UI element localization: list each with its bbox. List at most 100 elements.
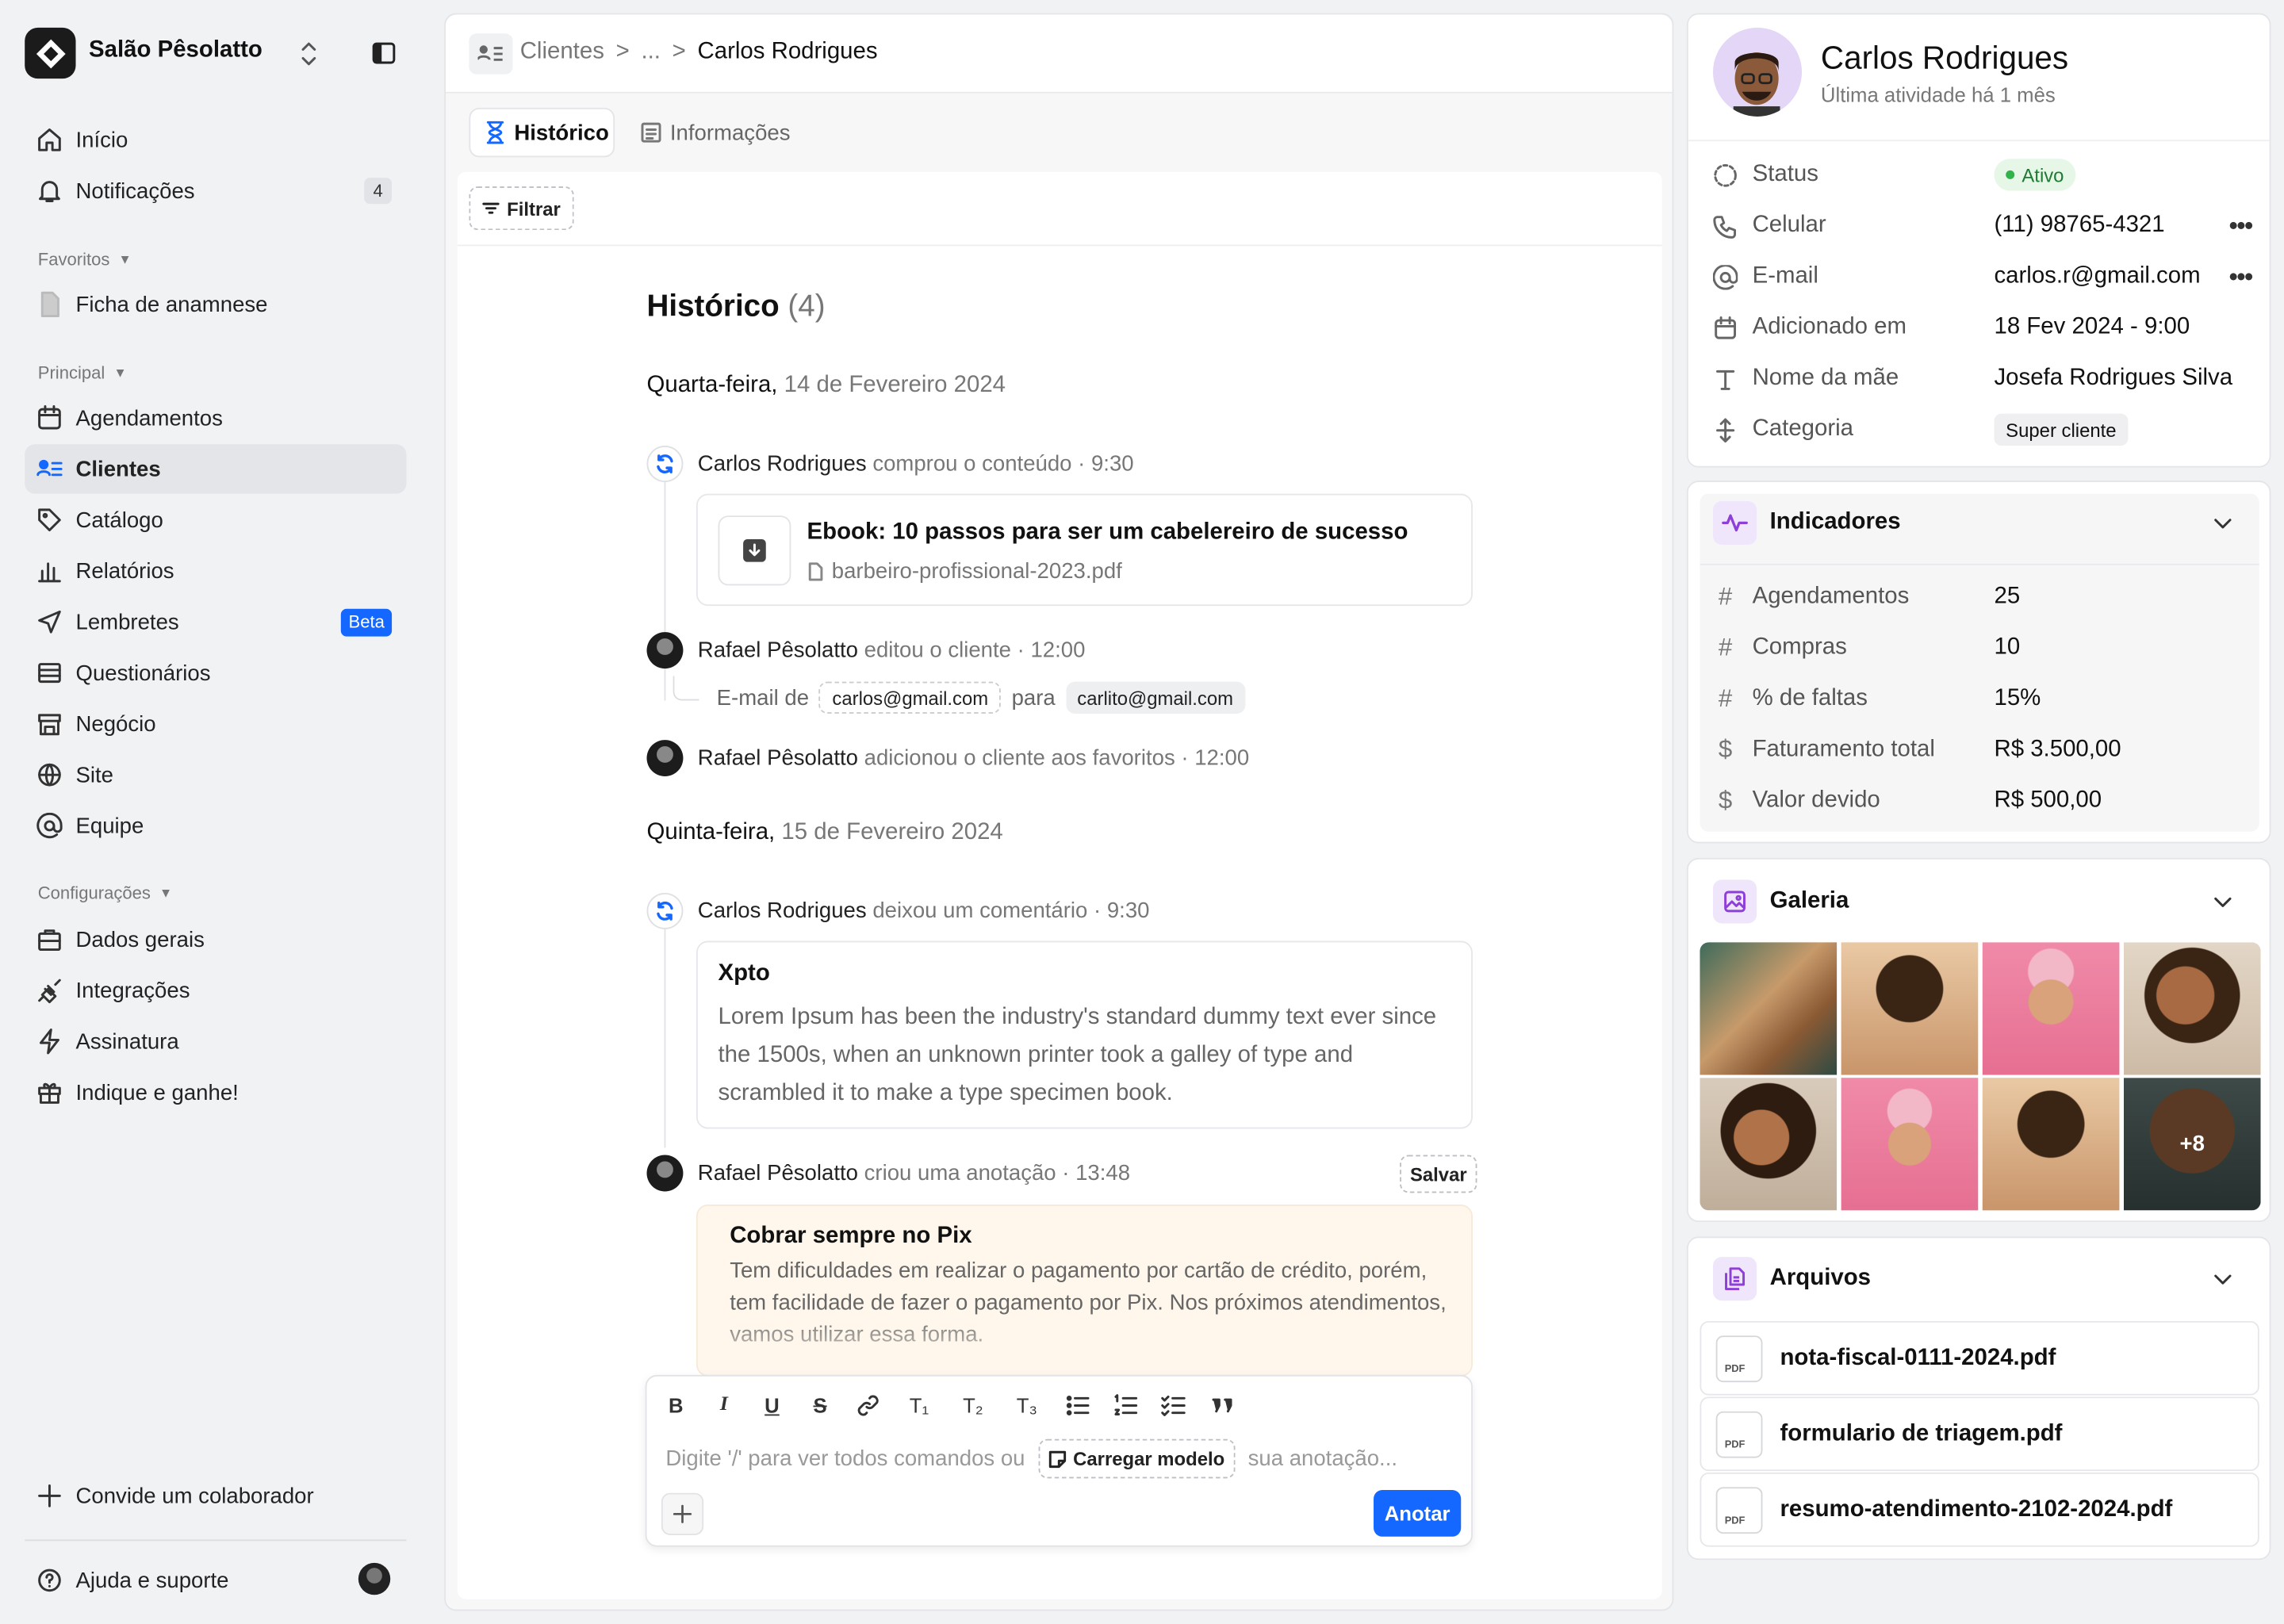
actor-name[interactable]: Rafael Pêsolatto xyxy=(698,638,858,663)
gallery-photo[interactable] xyxy=(1841,942,1979,1075)
actor-name[interactable]: Rafael Pêsolatto xyxy=(698,1161,858,1185)
gallery-photo[interactable] xyxy=(1841,1078,1979,1211)
plus-icon[interactable] xyxy=(661,1492,704,1535)
sidebar-item-label: Relatórios xyxy=(75,558,174,584)
last-activity: Última atividade há 1 mês xyxy=(1820,82,2056,107)
category-tag[interactable]: Super cliente xyxy=(1994,413,2129,446)
load-template-button[interactable]: Carregar modelo xyxy=(1038,1438,1236,1479)
sync-icon xyxy=(646,892,684,929)
heading2-button[interactable]: T₂ xyxy=(957,1392,989,1419)
checklist-icon[interactable] xyxy=(1161,1392,1187,1419)
chevron-down-icon[interactable] xyxy=(2211,890,2234,913)
section-principal[interactable]: Principal ▼ xyxy=(38,362,127,383)
sidebar-item-site[interactable]: Site xyxy=(25,750,406,799)
indicator-value: 10 xyxy=(1994,634,2021,661)
sidebar-item-label: Negócio xyxy=(75,711,156,737)
sidebar-item-indique[interactable]: Indique e ganhe! xyxy=(25,1067,406,1116)
gallery-photo[interactable] xyxy=(1982,942,2120,1075)
property-phone: Celular (11) 98765-4321 ••• xyxy=(1713,201,2253,250)
gallery-photo[interactable] xyxy=(1700,1078,1838,1211)
mother-value[interactable]: Josefa Rodrigues Silva xyxy=(1994,366,2232,392)
sidebar-item-negocio[interactable]: Negócio xyxy=(25,699,406,749)
edit-to-label: para xyxy=(1011,685,1056,710)
status-value: Ativo xyxy=(2021,163,2064,186)
purchase-card[interactable]: Ebook: 10 passos para ser um cabelereiro… xyxy=(696,493,1473,607)
sidebar-item-agendamentos[interactable]: Agendamentos xyxy=(25,393,406,442)
sidebar-item-dados[interactable]: Dados gerais xyxy=(25,914,406,963)
strikethrough-button[interactable]: S xyxy=(807,1392,834,1419)
gallery-photo[interactable] xyxy=(1982,1078,2120,1211)
bold-button[interactable]: B xyxy=(663,1392,689,1419)
chevron-up-down-icon[interactable] xyxy=(299,40,320,67)
user-avatar[interactable] xyxy=(358,1562,391,1595)
pdf-tag: PDF xyxy=(1724,1439,1746,1450)
underline-button[interactable]: U xyxy=(759,1392,785,1419)
heading3-button[interactable]: T₃ xyxy=(1011,1392,1043,1419)
status-circle-icon xyxy=(1713,163,1738,187)
more-options-icon[interactable]: ••• xyxy=(2228,210,2253,241)
file-row[interactable]: PDF resumo-atendimento-2102-2024.pdf xyxy=(1700,1472,2259,1547)
status-badge[interactable]: Ativo xyxy=(1994,159,2076,191)
sidebar-item-catalogo[interactable]: Catálogo xyxy=(25,496,406,545)
sidebar-item-relatorios[interactable]: Relatórios xyxy=(25,546,406,596)
workspace-name[interactable]: Salão Pêsolatto xyxy=(89,38,263,64)
gallery-photo[interactable]: +8 xyxy=(2123,1078,2261,1211)
section-favoritos[interactable]: Favoritos ▼ xyxy=(38,249,132,270)
editor-toolbar: B I U S T₁ T₂ T₃ xyxy=(663,1392,1236,1419)
phone-value[interactable]: (11) 98765-4321 xyxy=(1994,213,2164,239)
lightning-icon xyxy=(36,1028,63,1055)
sidebar-item-clientes[interactable]: Clientes xyxy=(25,444,407,494)
more-options-icon[interactable]: ••• xyxy=(2228,262,2253,293)
italic-button[interactable]: I xyxy=(711,1392,737,1419)
gallery-photo[interactable] xyxy=(2123,942,2261,1075)
numbered-list-icon[interactable] xyxy=(1113,1392,1139,1419)
pdf-icon: PDF xyxy=(1715,1410,1763,1457)
bullet-list-icon[interactable] xyxy=(1065,1392,1091,1419)
day-weekday: Quarta-feira, xyxy=(646,373,778,398)
file-name: resumo-atendimento-2102-2024.pdf xyxy=(1780,1496,2173,1522)
property-email: E-mail carlos.r@gmail.com ••• xyxy=(1712,252,2253,301)
file-row[interactable]: PDF nota-fiscal-0111-2024.pdf xyxy=(1700,1320,2259,1396)
actor-name[interactable]: Carlos Rodrigues xyxy=(698,898,867,923)
sidebar-item-questionarios[interactable]: Questionários xyxy=(25,648,406,697)
note-card[interactable]: Cobrar sempre no Pix Tem dificuldades em… xyxy=(696,1205,1473,1377)
help-support-button[interactable]: Ajuda e suporte xyxy=(25,1556,406,1605)
sidebar-item-assinatura[interactable]: Assinatura xyxy=(25,1017,406,1066)
breadcrumb-clientes[interactable]: Clientes xyxy=(520,40,604,66)
sidebar-item-notificacoes[interactable]: Notificações 4 xyxy=(25,166,406,215)
indicators-divider xyxy=(1700,563,2259,565)
indicator-label: Faturamento total xyxy=(1752,737,1935,762)
sidebar-item-label: Notificações xyxy=(75,178,195,204)
file-row[interactable]: PDF formulario de triagem.pdf xyxy=(1700,1396,2259,1472)
filter-button[interactable]: Filtrar xyxy=(469,186,574,231)
tab-informacoes[interactable]: Informações xyxy=(641,108,791,157)
sidebar-item-inicio[interactable]: Início xyxy=(25,115,406,164)
chevron-down-icon[interactable] xyxy=(2211,511,2234,534)
sidebar-item-equipe[interactable]: Equipe xyxy=(25,801,406,850)
sidebar-item-ficha[interactable]: Ficha de anamnese xyxy=(25,280,406,329)
help-circle-icon xyxy=(36,1567,63,1593)
save-note-button[interactable]: Salvar xyxy=(1400,1155,1477,1193)
actor-name[interactable]: Carlos Rodrigues xyxy=(698,451,867,476)
gallery-photo[interactable] xyxy=(1700,942,1838,1075)
sidebar-item-label: Ficha de anamnese xyxy=(75,292,268,317)
section-configuracoes[interactable]: Configurações ▼ xyxy=(38,883,173,903)
sidebar-toggle-icon[interactable] xyxy=(371,40,396,65)
workspace-logo[interactable] xyxy=(25,27,76,79)
actor-name[interactable]: Rafael Pêsolatto xyxy=(698,745,858,770)
email-value[interactable]: carlos.r@gmail.com xyxy=(1994,263,2200,289)
beta-badge: Beta xyxy=(341,608,393,637)
tab-historico[interactable]: Histórico xyxy=(469,107,615,158)
invite-collaborator-button[interactable]: Convide um colaborador xyxy=(25,1471,406,1520)
quote-icon[interactable] xyxy=(1209,1392,1235,1419)
sidebar-item-lembretes[interactable]: Lembretes Beta xyxy=(25,597,406,646)
bell-icon xyxy=(36,178,63,204)
editor-input[interactable]: Digite '/' para ver todos comandos ou Ca… xyxy=(665,1438,1397,1479)
comment-body: Lorem Ipsum has been the industry's stan… xyxy=(718,1005,1437,1106)
chevron-down-icon[interactable] xyxy=(2211,1267,2234,1290)
link-icon[interactable] xyxy=(855,1392,881,1419)
breadcrumb-ellipsis[interactable]: ... xyxy=(641,40,661,66)
sidebar-item-integracoes[interactable]: Integrações xyxy=(25,966,406,1015)
submit-note-button[interactable]: Anotar xyxy=(1374,1490,1462,1537)
heading1-button[interactable]: T₁ xyxy=(903,1392,935,1419)
